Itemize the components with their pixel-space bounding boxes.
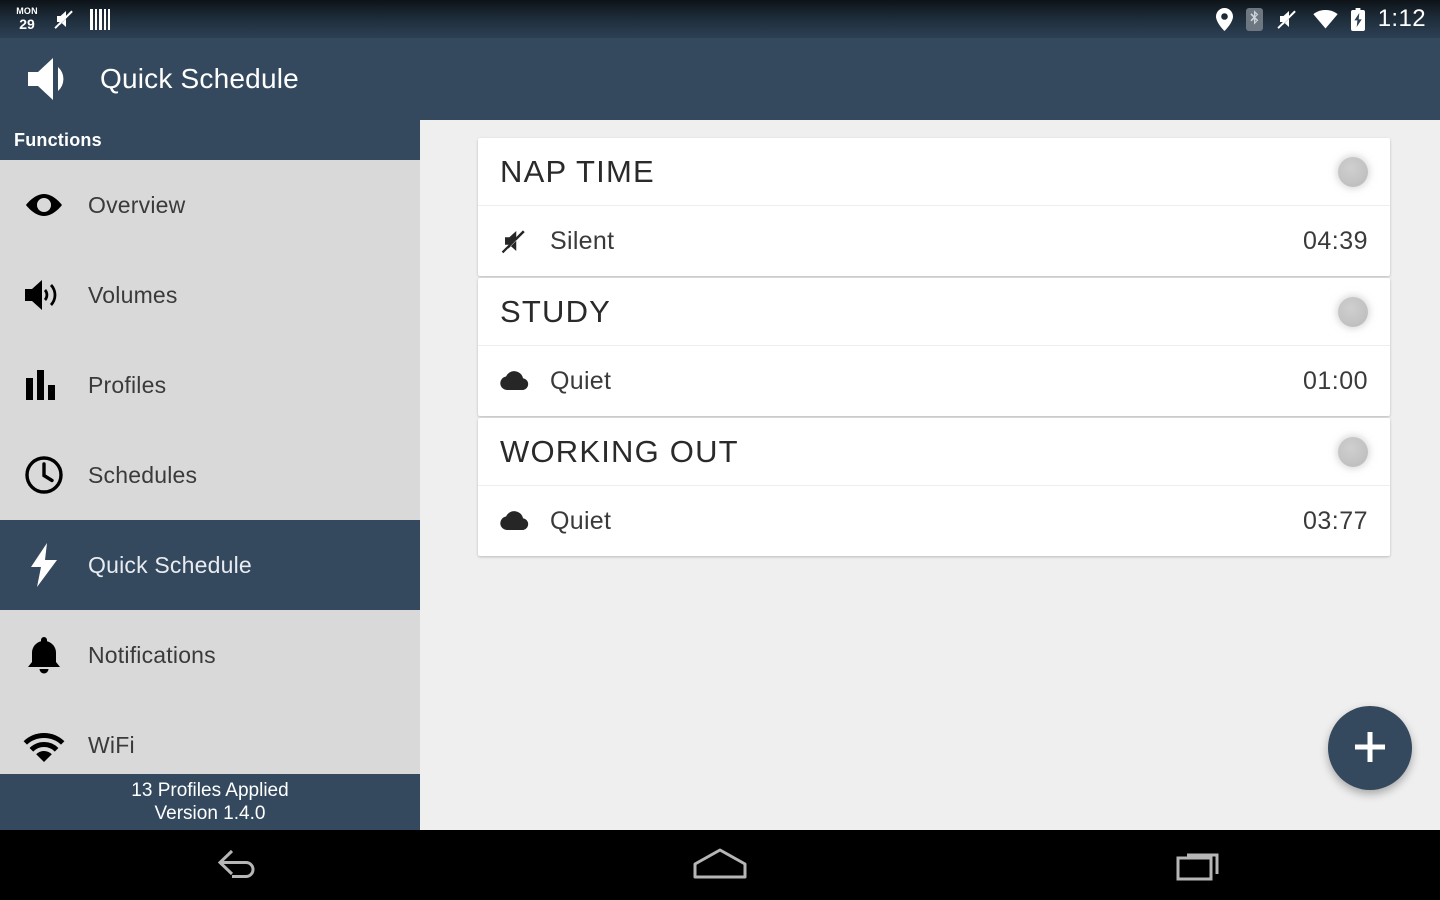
sidebar-item-label: Notifications [88,641,216,668]
schedule-mode-label: Silent [550,226,615,255]
wifi-icon [1313,10,1338,29]
schedule-time: 04:39 [1302,226,1368,255]
recents-button[interactable] [1125,830,1275,900]
schedule-mode-label: Quiet [550,506,612,535]
calendar-month: MON [16,6,38,16]
bell-icon [18,634,70,676]
schedule-card-row[interactable]: Quiet 01:00 [478,346,1390,416]
speaker-icon [22,51,78,107]
schedule-card-title: NAP TIME [500,153,655,189]
volume-muted-icon [1277,10,1296,29]
schedule-card-header: WORKING OUT [478,418,1390,486]
schedule-toggle[interactable] [1338,156,1368,187]
sidebar-item-label: WiFi [88,731,135,758]
schedule-card-title: STUDY [500,293,612,329]
sidebar-item-label: Schedules [88,461,198,488]
schedule-card-row[interactable]: Quiet 03:77 [478,486,1390,556]
calendar-day: 29 [19,16,35,32]
status-bar-left: MON 29 [0,6,110,33]
schedule-time: 03:77 [1302,506,1368,535]
sidebar-footer: 13 Profiles Applied Version 1.4.0 [0,774,420,830]
sidebar-item-label: Overview [88,191,186,218]
status-bar-right: 1:12 [1215,5,1440,33]
back-arrow-icon [215,847,265,884]
schedule-toggle[interactable] [1338,296,1368,327]
eye-icon [18,191,70,219]
android-navigation-bar [0,830,1440,900]
sidebar-item-label: Quick Schedule [88,551,252,578]
app-root: MON 29 1:12 Quick Schedule Functions Ove… [0,0,1440,900]
bluetooth-icon [1245,7,1263,31]
cloud-icon [500,510,534,532]
schedule-toggle[interactable] [1338,436,1368,467]
sidebar-item-label: Volumes [88,281,178,308]
sidebar: Functions Overview Volumes Profiles Sche… [0,120,420,830]
schedule-mode-label: Quiet [550,366,612,395]
home-button[interactable] [645,830,795,900]
sidebar-nav-list: Overview Volumes Profiles Schedules Quic… [0,160,420,774]
schedule-card-header: NAP TIME [478,138,1390,206]
plus-icon [1348,725,1392,772]
sidebar-item-overview[interactable]: Overview [0,160,420,250]
lightning-bolt-icon [18,543,70,587]
speaker-waves-icon [18,275,70,315]
schedule-card-row[interactable]: Silent 04:39 [478,206,1390,276]
app-version: Version 1.4.0 [154,803,266,824]
back-button[interactable] [165,830,315,900]
sidebar-item-notifications[interactable]: Notifications [0,610,420,700]
page-title: Quick Schedule [100,63,299,94]
location-pin-icon [1215,7,1233,31]
bar-chart-icon [18,368,70,402]
calendar-icon: MON 29 [14,6,40,33]
schedule-time: 01:00 [1302,366,1368,395]
sidebar-header: Functions [0,120,420,160]
app-bar: Quick Schedule [0,38,1440,120]
add-schedule-fab[interactable] [1328,706,1412,790]
sidebar-item-schedules[interactable]: Schedules [0,430,420,520]
barcode-icon [90,8,110,30]
volume-muted-icon [54,10,73,29]
sidebar-item-profiles[interactable]: Profiles [0,340,420,430]
status-bar: MON 29 1:12 [0,0,1440,38]
volume-muted-icon [500,226,534,256]
schedule-card-header: STUDY [478,278,1390,346]
sidebar-item-volumes[interactable]: Volumes [0,250,420,340]
home-icon [691,846,749,885]
profiles-applied-status: 13 Profiles Applied [131,779,289,801]
schedule-card[interactable]: STUDY Quiet 01:00 [478,278,1390,416]
cloud-icon [500,370,534,392]
sidebar-header-label: Functions [14,129,102,150]
clock-icon [18,454,70,496]
sidebar-item-wifi[interactable]: WiFi [0,700,420,774]
recents-icon [1175,846,1225,885]
wifi-icon [18,728,70,762]
sidebar-item-quick-schedule[interactable]: Quick Schedule [0,520,420,610]
sidebar-item-label: Profiles [88,371,167,398]
main-content: NAP TIME Silent 04:39 STUDY Quiet 01:00 … [420,120,1440,830]
schedule-card[interactable]: NAP TIME Silent 04:39 [478,138,1390,276]
status-bar-clock: 1:12 [1377,5,1426,32]
schedule-card-title: WORKING OUT [500,433,739,469]
battery-charging-icon [1350,7,1365,31]
schedule-card[interactable]: WORKING OUT Quiet 03:77 [478,418,1390,556]
